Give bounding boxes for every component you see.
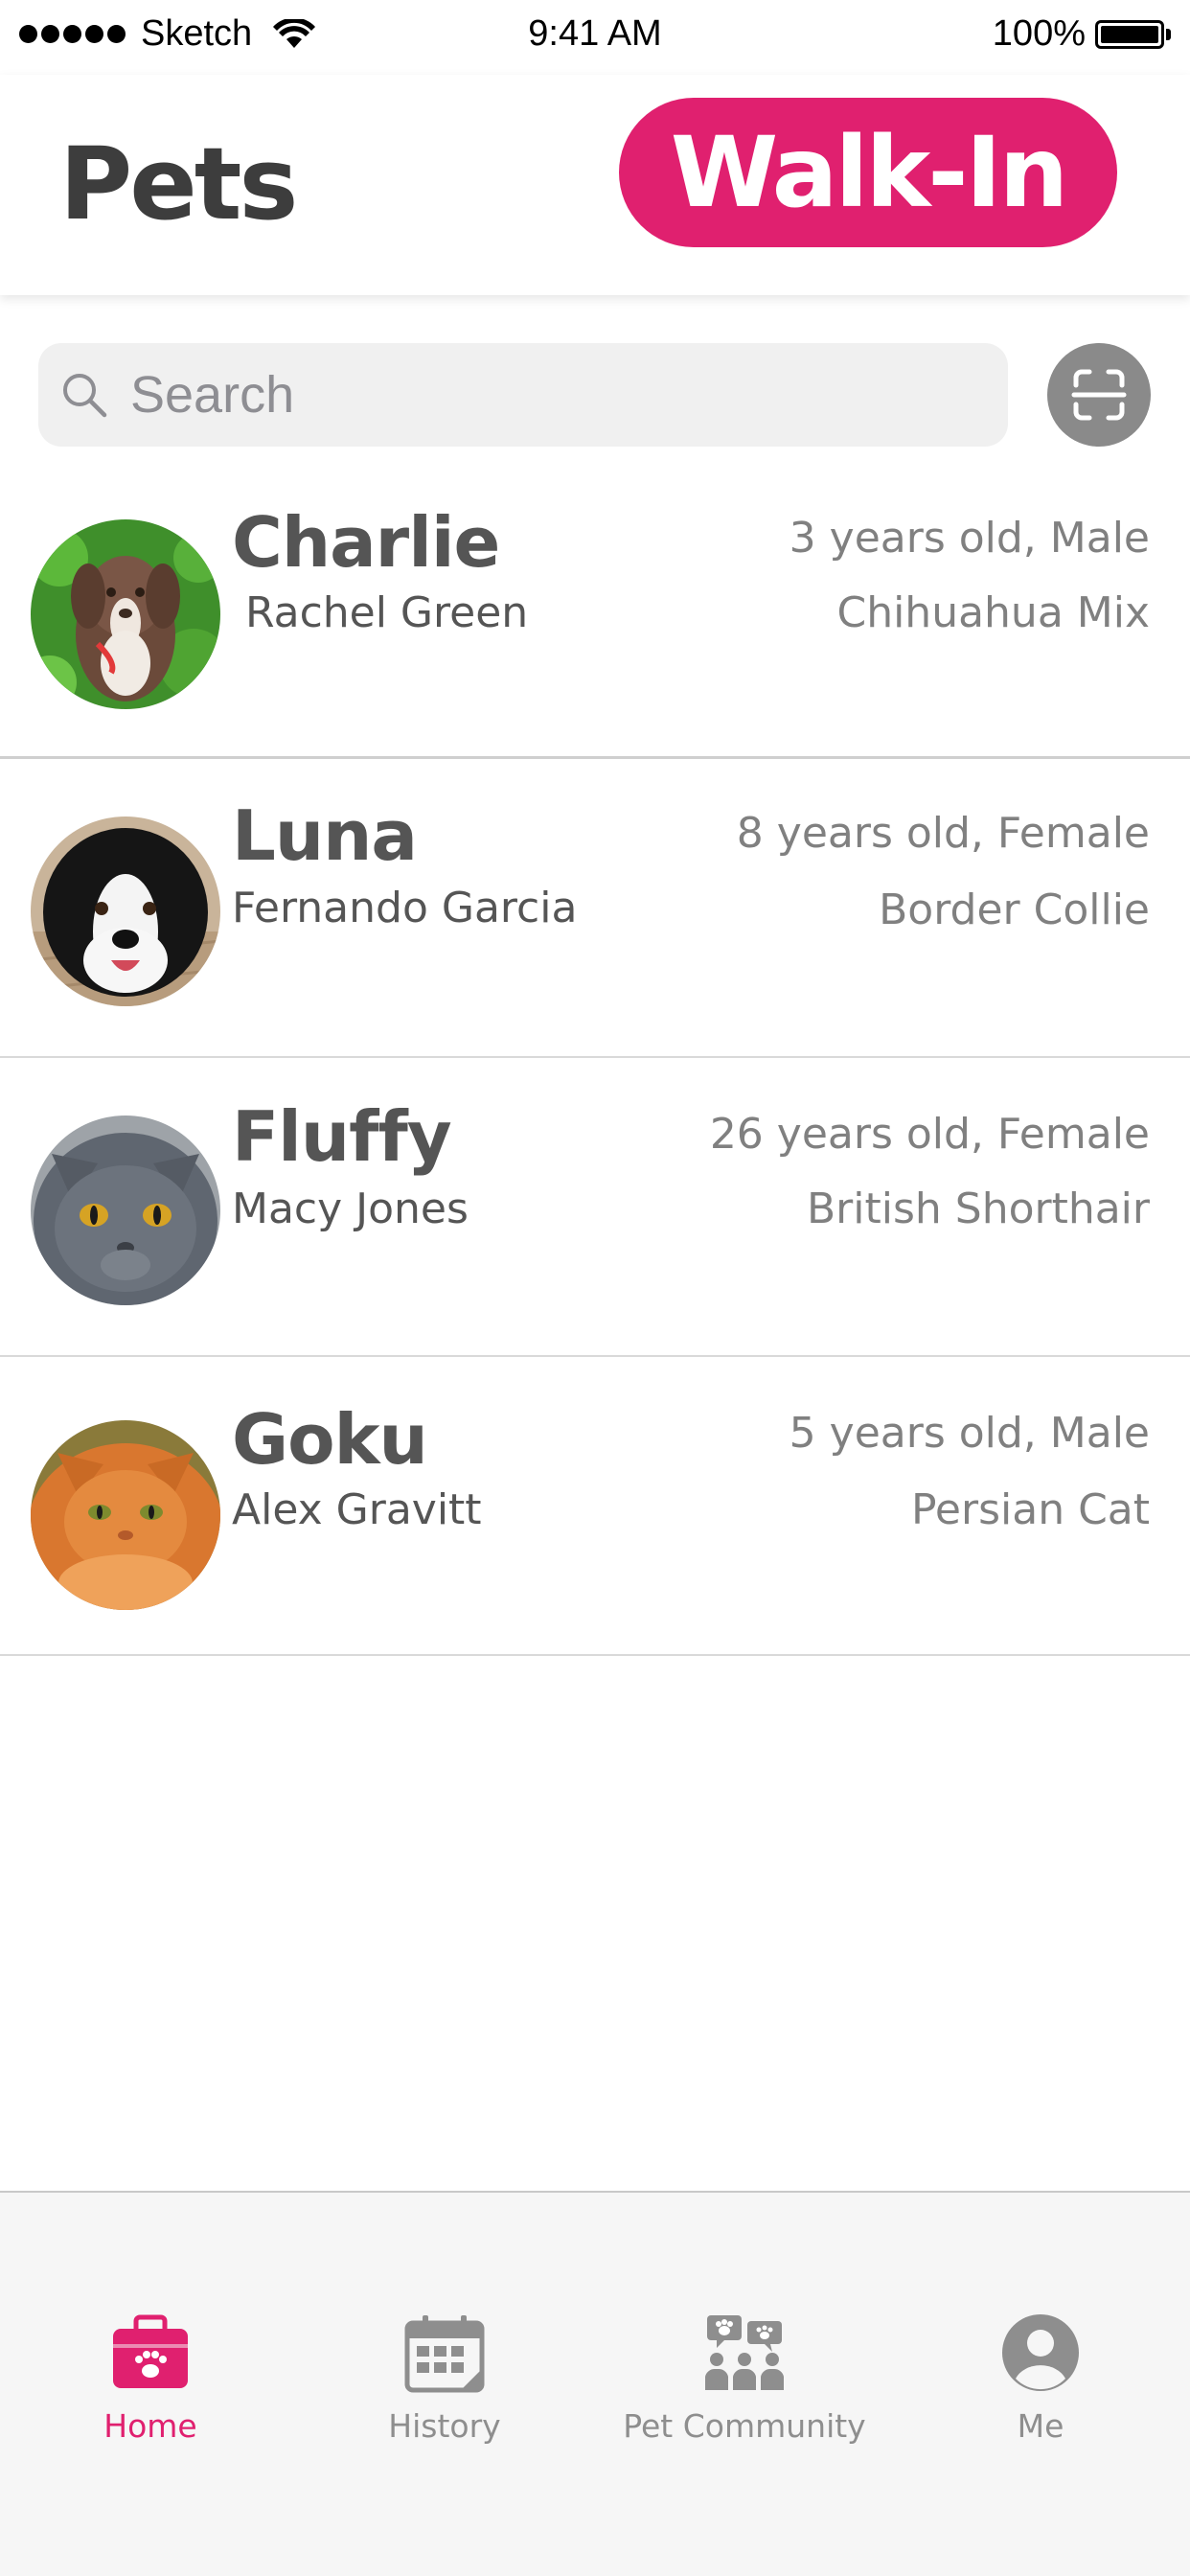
pet-avatar-goku xyxy=(31,1420,220,1610)
page-title: Pets xyxy=(59,126,298,242)
tab-me[interactable]: Me xyxy=(916,2312,1165,2465)
battery-percentage: 100% xyxy=(992,13,1086,54)
battery-icon xyxy=(1095,19,1164,49)
pet-bag-icon xyxy=(113,2314,188,2388)
community-icon xyxy=(705,2315,784,2390)
walk-in-button[interactable]: Walk-In xyxy=(619,98,1117,247)
pet-list: Charlie Rachel Green 3 years old, Male C… xyxy=(0,460,1190,1656)
owner-name: Macy Jones xyxy=(232,1184,469,1233)
pet-breed: Border Collie xyxy=(879,886,1150,934)
pet-avatar-fluffy xyxy=(31,1116,220,1305)
header: Pets Walk-In xyxy=(0,75,1190,295)
search-bar[interactable] xyxy=(38,343,1008,447)
pet-name: Fluffy xyxy=(232,1096,452,1177)
pet-avatar-charlie xyxy=(31,519,220,709)
tab-pet-community[interactable]: Pet Community xyxy=(620,2312,869,2465)
pet-age-sex: 5 years old, Male xyxy=(789,1409,1150,1458)
pet-avatar-luna xyxy=(31,816,220,1006)
pet-breed: Persian Cat xyxy=(910,1485,1150,1534)
owner-name: Alex Gravitt xyxy=(232,1485,482,1534)
tab-label: Me xyxy=(1017,2407,1064,2445)
pet-age-sex: 3 years old, Male xyxy=(789,514,1150,563)
pet-age-sex: 26 years old, Female xyxy=(709,1110,1150,1159)
tab-label: Home xyxy=(103,2407,197,2445)
search-row xyxy=(0,343,1190,447)
pet-name: Charlie xyxy=(232,502,500,583)
tab-bar: Home History Pet Community Me xyxy=(0,2191,1190,2576)
search-icon xyxy=(63,374,107,418)
pet-row-luna[interactable]: Luna Fernando Garcia 8 years old, Female… xyxy=(0,759,1190,1058)
tab-history[interactable]: History xyxy=(320,2312,569,2465)
calendar-icon xyxy=(404,2315,485,2393)
status-right: 100% xyxy=(993,13,1171,55)
pet-name: Luna xyxy=(232,795,418,876)
scan-button[interactable] xyxy=(1047,343,1151,447)
tab-label: History xyxy=(388,2407,501,2445)
tab-label: Pet Community xyxy=(623,2407,866,2445)
search-input[interactable] xyxy=(130,356,973,433)
profile-icon xyxy=(1002,2314,1079,2391)
status-bar: Sketch 9:41 AM 100% xyxy=(0,0,1190,75)
pet-breed: British Shorthair xyxy=(806,1184,1150,1233)
pet-row-fluffy[interactable]: Fluffy Macy Jones 26 years old, Female B… xyxy=(0,1058,1190,1357)
pet-name: Goku xyxy=(232,1399,428,1480)
scan-icon xyxy=(1071,369,1127,421)
owner-name: Fernando Garcia xyxy=(232,884,578,932)
pet-breed: Chihuahua Mix xyxy=(836,588,1150,637)
pet-age-sex: 8 years old, Female xyxy=(736,809,1150,858)
pet-row-charlie[interactable]: Charlie Rachel Green 3 years old, Male C… xyxy=(0,460,1190,759)
pet-row-goku[interactable]: Goku Alex Gravitt 5 years old, Male Pers… xyxy=(0,1357,1190,1656)
tab-home[interactable]: Home xyxy=(26,2312,275,2465)
owner-name: Rachel Green xyxy=(245,588,529,637)
battery-tip xyxy=(1166,28,1171,40)
